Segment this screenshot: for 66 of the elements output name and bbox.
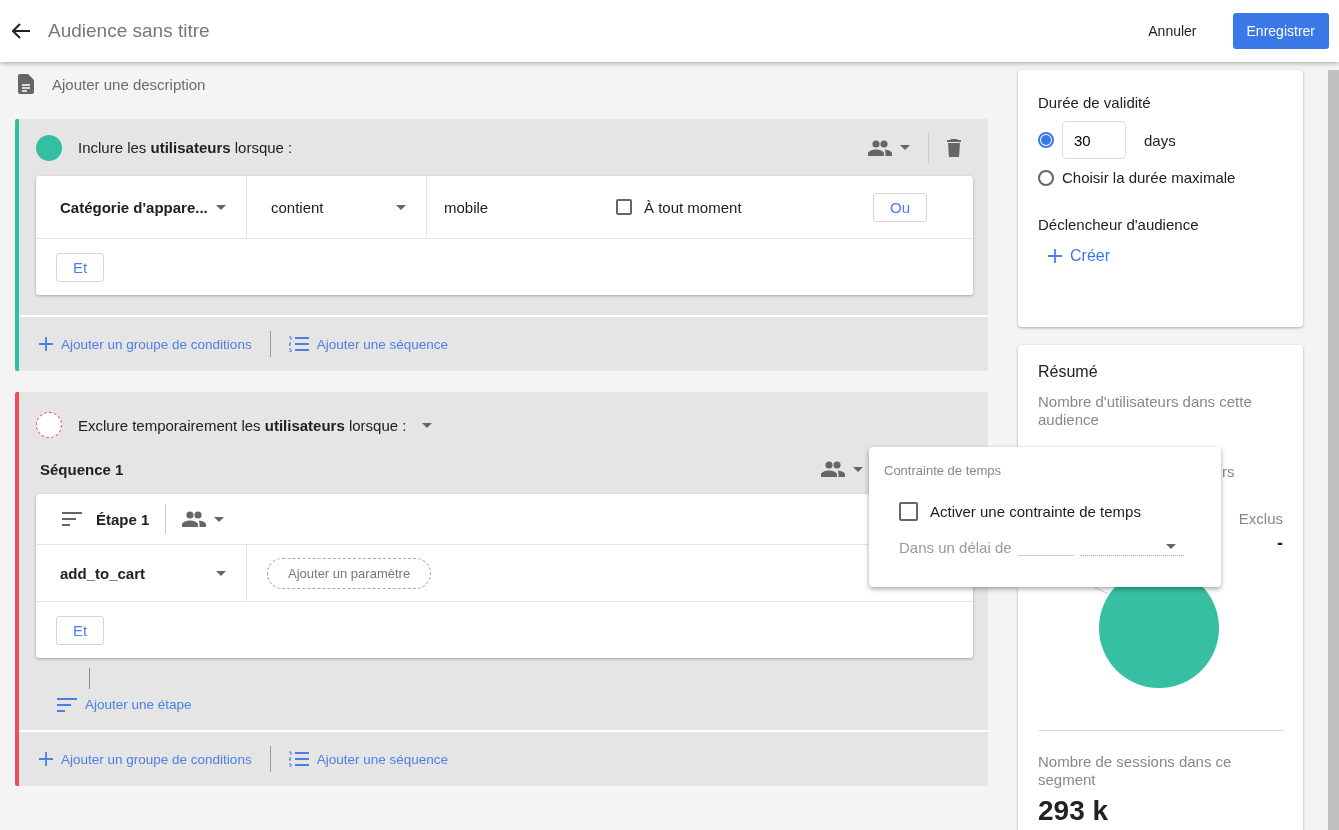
within-label: Dans un délai de — [899, 539, 1012, 556]
create-button[interactable]: Créer — [1048, 247, 1110, 265]
sort-lines-icon — [62, 512, 82, 526]
sequence-title: Séquence 1 — [40, 460, 124, 478]
numbered-list-icon — [288, 336, 309, 352]
validity-title: Durée de validité — [1038, 94, 1152, 111]
caret-icon — [396, 204, 406, 210]
trash-icon[interactable] — [947, 138, 961, 157]
exclude-heading[interactable]: Exclure temporairement les utilisateurs lorsque : — [78, 416, 407, 434]
back-arrow-icon[interactable] — [12, 23, 30, 39]
add-sequence-link[interactable]: Ajouter une séquence — [288, 751, 448, 767]
radio-button[interactable] — [1038, 132, 1054, 148]
caret-icon — [900, 145, 910, 150]
partial-label: rs — [1222, 463, 1236, 480]
max-duration-label: Choisir la durée maximale — [1062, 169, 1236, 186]
days-field[interactable]: 30 — [1062, 121, 1126, 159]
include-heading: Inclure les utilisateurs lorsque : — [78, 139, 293, 156]
sessions-label: Nombre de sessions dans ce segment — [1038, 753, 1233, 789]
caret-icon — [1165, 544, 1176, 549]
and-button[interactable]: Et — [56, 252, 105, 282]
value-field[interactable]: mobile — [427, 176, 607, 238]
add-condition-group-link[interactable]: Ajouter un groupe de conditions — [39, 751, 252, 767]
scrollbar[interactable] — [1328, 70, 1339, 830]
caret-icon — [853, 466, 863, 472]
caret-icon — [216, 204, 226, 210]
plus-icon — [39, 752, 53, 766]
checkbox[interactable] — [899, 502, 918, 521]
users-label: Nombre d'utilisateurs dans cette audience — [1038, 393, 1253, 429]
add-sequence-link[interactable]: Ajouter une séquence — [288, 336, 448, 352]
numbered-list-icon — [288, 751, 309, 767]
summary-title: Résumé — [1038, 363, 1099, 381]
caret-icon — [216, 570, 226, 576]
popup-title: Contrainte de temps — [884, 463, 1003, 478]
plus-icon — [1048, 249, 1062, 263]
audience-title[interactable]: Audience sans titre — [48, 20, 1139, 42]
checkbox[interactable] — [616, 199, 632, 215]
excluded-label: Exclus — [1238, 510, 1283, 527]
add-condition-group-link[interactable]: Ajouter un groupe de conditions — [39, 336, 252, 352]
trigger-title: Déclencheur d'audience — [1038, 216, 1200, 233]
include-dot-icon — [36, 134, 62, 161]
people-icon — [182, 511, 207, 527]
document-icon — [18, 74, 34, 94]
sort-lines-icon — [57, 697, 77, 712]
event-dropdown[interactable]: add_to_cart — [36, 545, 247, 601]
save-button[interactable]: Enregistrer — [1232, 13, 1329, 49]
description-field[interactable]: Ajouter une description — [52, 75, 206, 93]
exclude-dot-icon — [36, 412, 62, 438]
dimension-dropdown[interactable]: Catégorie d'appare... — [36, 176, 247, 238]
sessions-value: 293 k — [1038, 795, 1110, 827]
or-button[interactable]: Ou — [873, 192, 927, 222]
time-constraint-label: Activer une contrainte de temps — [930, 503, 1141, 520]
cancel-button[interactable]: Annuler — [1138, 15, 1207, 47]
add-step-link[interactable]: Ajouter une étape — [57, 697, 192, 712]
operator-dropdown[interactable]: contient — [247, 176, 427, 238]
caret-icon — [214, 516, 225, 522]
excluded-value: - — [1277, 533, 1283, 553]
caret-icon — [422, 422, 433, 428]
days-unit: days — [1144, 131, 1176, 149]
people-icon — [821, 461, 845, 477]
step-title: Étape 1 — [96, 510, 150, 528]
and-button[interactable]: Et — [56, 615, 105, 645]
add-parameter-button[interactable]: Ajouter un paramètre — [267, 557, 432, 589]
plus-icon — [39, 337, 53, 351]
radio-button[interactable] — [1038, 169, 1054, 186]
any-time-label: À tout moment — [644, 198, 742, 216]
people-icon — [868, 139, 892, 156]
